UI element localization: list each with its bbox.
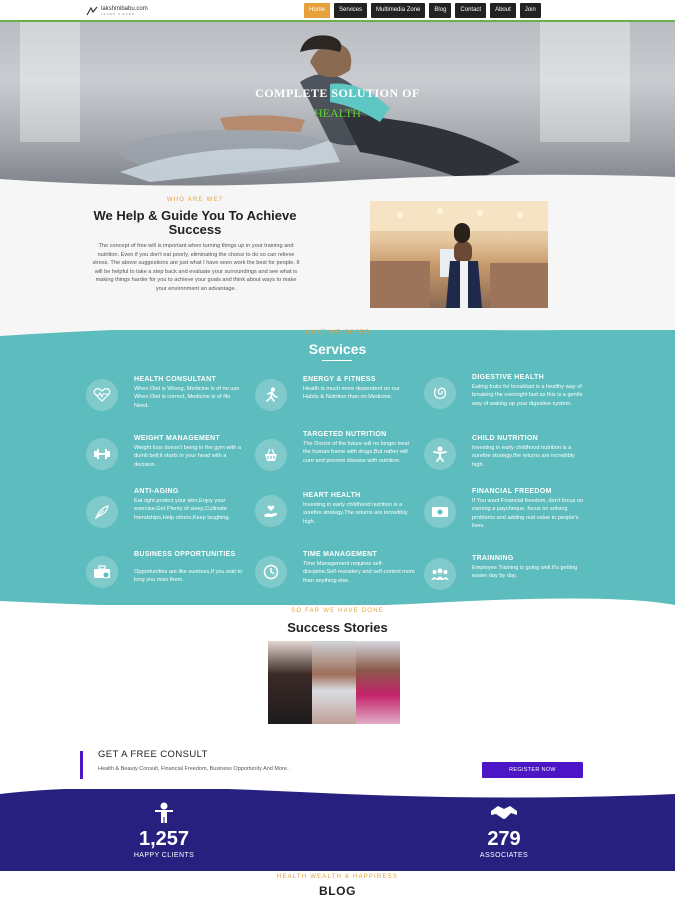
service-desc: When Diet is Wrong, Medicine is of no us… (134, 386, 241, 409)
service-financial-freedom[interactable]: FINANCIAL FREEDOM If You want Financial … (424, 488, 609, 544)
service-digestive-health[interactable]: DIGESTIVE HEALTH Eating fruits for break… (424, 374, 609, 430)
site-logo[interactable]: lakshmibabu.com LEARN & EARN (86, 3, 148, 18)
stat-number: 1,257 (138, 828, 190, 850)
service-desc: If You want Financial freedom, don't foc… (472, 498, 584, 530)
service-heart-health[interactable]: HEART HEALTH Investing in early childhoo… (255, 492, 440, 542)
running-icon (255, 379, 287, 411)
service-desc: Eat right protect your skin,Enjoy your e… (134, 498, 231, 521)
briefcase-icon (86, 556, 118, 588)
success-stories-photo (268, 641, 400, 724)
service-targeted-nutrition[interactable]: TARGETED NUTRITION The Doctor of the fut… (255, 431, 440, 487)
hero-subtitle: HEALTH (314, 106, 361, 120)
service-energy-fitness[interactable]: ENERGY & FITNESS Health is much more dep… (255, 376, 440, 426)
nav-blog[interactable]: Blog (429, 3, 452, 18)
service-weight-management[interactable]: WEIGHT MANAGEMENT Weight loss doesn't be… (86, 435, 271, 485)
service-name: TIME MANAGEMENT (303, 551, 378, 558)
service-desc: Eating fruits for breakfast is a healthy… (472, 384, 583, 407)
service-name: FINANCIAL FREEDOM (472, 488, 552, 495)
stat-label: HAPPY CLIENTS (133, 852, 195, 859)
nav-contact[interactable]: Contact (455, 3, 487, 18)
service-desc: Health is much more dependent on our Hab… (303, 386, 400, 401)
services-title: Services (308, 341, 367, 357)
blog-kicker: HEALTH WEALTH & HAPPIRESS (276, 874, 399, 880)
nav-home[interactable]: Home (304, 3, 331, 18)
service-desc: Opportunities are like sunrises,If you w… (134, 569, 243, 584)
hero-wave-divider (0, 174, 675, 190)
service-name: ENERGY & FITNESS (303, 376, 376, 383)
nav-multimedia-zone[interactable]: Multimedia Zone (371, 3, 426, 18)
about-kicker: WHO ARE WE? (166, 197, 224, 203)
stats-section: 1,257 HAPPY CLIENTS 279 ASSOCIATES (0, 788, 675, 871)
hero-title: COMPLETE SOLUTION OF (255, 86, 420, 100)
service-desc: Investing in early childhood nutrition i… (303, 502, 408, 525)
success-photo-panel (268, 641, 312, 724)
service-desc: Time Management requires self-discipine,… (303, 561, 415, 584)
stat-label: ASSOCIATES (479, 852, 529, 859)
clock-icon (255, 556, 287, 588)
service-desc: Investing in early childhood nutrition i… (472, 445, 575, 468)
register-now-button[interactable]: REGISTER NOW (482, 762, 583, 778)
feather-icon (86, 496, 118, 528)
service-health-consultant[interactable]: HEALTH CONSULTANT When Diet is Wrong, Me… (86, 376, 271, 426)
logo-icon (86, 6, 98, 16)
digestion-icon (424, 377, 456, 409)
hand-heart-icon (255, 495, 287, 527)
consult-subtitle: Health & Beauty Consult, Financial Freed… (98, 766, 290, 772)
stat-associates: 279 ASSOCIATES (444, 801, 564, 859)
success-photo-panel (312, 641, 356, 724)
consult-section: GET A FREE CONSULT Health & Beauty Consu… (0, 727, 675, 789)
about-section: WHO ARE WE? We Help & Guide You To Achie… (0, 190, 675, 330)
success-title: Success Stories (287, 620, 388, 635)
group-icon (424, 558, 456, 590)
services-underline (322, 360, 352, 361)
service-child-nutrition[interactable]: CHILD NUTRITION Investing in early child… (424, 435, 609, 485)
nav-about[interactable]: About (490, 3, 516, 18)
service-name: CHILD NUTRITION (472, 435, 538, 442)
main-nav: Home Services Multimedia Zone Blog Conta… (304, 3, 541, 18)
heartbeat-icon (86, 379, 118, 411)
nav-join[interactable]: Join (519, 3, 541, 18)
service-desc: Weight loss doesn't being in the gym wit… (134, 445, 241, 468)
dumbbell-icon (86, 438, 118, 470)
service-name: TRAINNING (472, 555, 514, 562)
about-title: We Help & Guide You To Achieve Success (93, 208, 297, 237)
money-icon (424, 496, 456, 528)
service-name: DIGESTIVE HEALTH (472, 374, 544, 381)
stat-happy-clients: 1,257 HAPPY CLIENTS (104, 801, 224, 859)
logo-tagline: LEARN & EARN (101, 11, 136, 16)
service-name: ANTI-AGING (134, 488, 179, 495)
handshake-icon (489, 801, 519, 825)
about-photo (370, 201, 548, 308)
service-name: TARGETED NUTRITION (303, 431, 387, 438)
success-photo-panel (356, 641, 400, 724)
food-basket-icon (255, 439, 287, 471)
service-name: HEALTH CONSULTANT (134, 376, 217, 383)
service-anti-aging[interactable]: ANTI-AGING Eat right protect your skin,E… (86, 488, 271, 538)
stats-wave-top (0, 788, 675, 798)
services-section: WHAT WE OFFER Services HEALTH CONSULTANT… (0, 322, 675, 613)
service-name: HEART HEALTH (303, 492, 361, 499)
service-name: WEIGHT MANAGEMENT (134, 435, 220, 442)
child-icon (424, 438, 456, 470)
consult-title: GET A FREE CONSULT (98, 749, 208, 760)
stat-number: 279 (487, 828, 521, 850)
top-navbar: lakshmibabu.com LEARN & EARN Home Servic… (0, 0, 675, 22)
person-icon (149, 801, 179, 825)
about-body: The concept of free will is important wh… (92, 243, 300, 292)
service-desc: The Doctor of the future will no longer … (303, 441, 410, 464)
service-desc: Employee Training is going well.It's get… (472, 565, 578, 580)
logo-name: lakshmibabu.com (101, 5, 148, 12)
success-kicker: SO FAR WE HAVE DONE (291, 608, 384, 614)
consult-accent-bar (80, 751, 83, 779)
nav-services[interactable]: Services (334, 3, 368, 18)
blog-title: BLOG (318, 884, 357, 898)
hero-banner: COMPLETE SOLUTION OF HEALTH (0, 22, 675, 190)
services-kicker: WHAT WE OFFER (304, 330, 371, 336)
service-name: BUSINESS OPPORTUNITIES (134, 551, 236, 558)
